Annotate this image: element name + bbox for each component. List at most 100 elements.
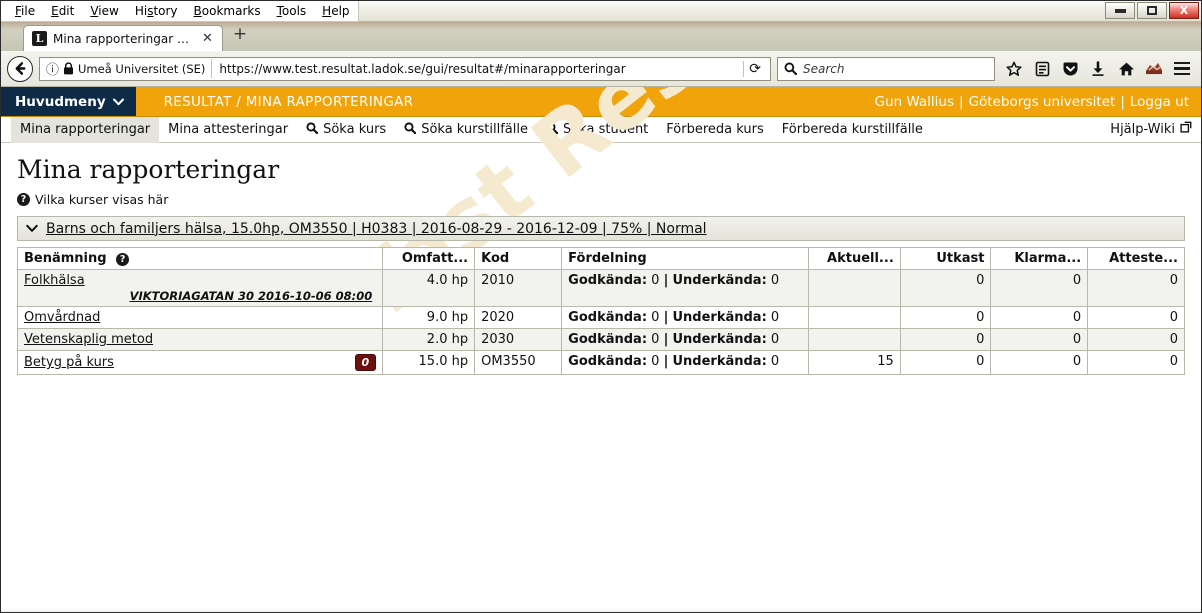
subnav-item-soka-kurstillfalle[interactable]: Söka kurstillfälle: [395, 117, 537, 143]
cell-kod: 2020: [474, 306, 563, 329]
search-box[interactable]: Search: [777, 56, 995, 81]
tab-close-icon[interactable]: ✕: [199, 32, 216, 45]
help-wiki-link[interactable]: Hjälp-Wiki: [1101, 117, 1201, 143]
results-table-wrapper: Benämning ? Omfatt... Kod Fördelning Akt…: [16, 247, 1185, 375]
external-link-icon: [1180, 117, 1192, 143]
column-header-aktuell[interactable]: Aktuell...: [807, 247, 901, 270]
column-header-attesterade[interactable]: Atteste...: [1087, 247, 1185, 270]
sub-navigation: Mina rapporteringar Mina attesteringar S…: [1, 116, 1201, 143]
cell-utkast: 0: [899, 328, 992, 351]
close-icon: X: [1179, 4, 1189, 17]
question-icon[interactable]: ?: [116, 253, 130, 266]
logout-link[interactable]: Logga ut: [1130, 94, 1189, 110]
minimize-icon: [1114, 8, 1126, 13]
subnav-item-soka-kurs[interactable]: Söka kurs: [297, 117, 395, 143]
hamburger-icon: [1174, 61, 1190, 76]
table-row: Omvårdnad 9.0 hp 2020 Godkända: 0 | Unde…: [16, 306, 1185, 329]
underkanda-value: 0: [770, 354, 780, 369]
search-icon: [306, 117, 319, 143]
subnav-item-forbereda-kurstillfalle[interactable]: Förbereda kurstillfälle: [773, 117, 932, 143]
close-button[interactable]: X: [1169, 2, 1199, 19]
result-sub-link[interactable]: VIKTORIAGATAN 30 2016-10-06 08:00: [24, 289, 376, 303]
search-icon: [784, 62, 797, 75]
table-row: Vetenskaplig metod 2.0 hp 2030 Godkända:…: [16, 328, 1185, 351]
cell-klarmarkerade: 0: [990, 328, 1089, 351]
chevron-down-icon: [112, 98, 124, 105]
question-icon: ?: [17, 193, 30, 206]
cell-aktuell: [807, 328, 901, 351]
menu-icon[interactable]: [1169, 56, 1195, 82]
subnav-item-forbereda-kurs[interactable]: Förbereda kurs: [657, 117, 772, 143]
column-header-benamning[interactable]: Benämning ?: [16, 247, 384, 270]
cell-omfattning: 4.0 hp: [382, 269, 476, 307]
library-icon[interactable]: [1029, 56, 1055, 82]
lock-icon: [64, 62, 74, 75]
star-icon[interactable]: [1001, 56, 1027, 82]
column-header-klarmarkerade[interactable]: Klarma...: [990, 247, 1089, 270]
status-bar: [1, 608, 1201, 612]
column-header-utkast[interactable]: Utkast: [899, 247, 992, 270]
cell-attesterade: 0: [1087, 328, 1185, 351]
cell-attesterade: 0: [1087, 350, 1185, 375]
cell-omfattning: 15.0 hp: [382, 350, 476, 375]
home-icon[interactable]: [1113, 56, 1139, 82]
status-badge[interactable]: 0: [354, 354, 377, 371]
result-link[interactable]: Vetenskaplig metod: [24, 332, 153, 347]
subnav-label: Förbereda kurstillfälle: [781, 121, 923, 137]
main-menu-button[interactable]: Huvudmeny: [1, 87, 136, 116]
search-placeholder: Search: [803, 61, 845, 76]
results-table: Benämning ? Omfatt... Kod Fördelning Akt…: [16, 247, 1185, 375]
column-header-fordelning[interactable]: Fördelning: [561, 247, 809, 270]
cell-klarmarkerade: 0: [990, 269, 1089, 307]
table-row: Folkhälsa VIKTORIAGATAN 30 2016-10-06 08…: [16, 269, 1185, 307]
godkanda-label: Godkända:: [568, 354, 648, 369]
column-header-omfattning[interactable]: Omfatt...: [382, 247, 476, 270]
menu-view[interactable]: View: [82, 2, 126, 21]
tab-favicon-icon: L: [32, 31, 47, 46]
browser-tab[interactable]: L Mina rapporteringar - Parti... ✕: [23, 25, 223, 51]
cell-utkast: 0: [899, 350, 992, 375]
reload-icon[interactable]: ⟳: [743, 60, 766, 77]
cell-aktuell: [807, 269, 901, 307]
address-bar[interactable]: ⓘ Umeå Universitet (SE) https://www.test…: [39, 56, 771, 81]
result-link[interactable]: Folkhälsa: [24, 273, 85, 288]
column-header-kod[interactable]: Kod: [474, 247, 563, 270]
subnav-item-mina-attesteringar[interactable]: Mina attesteringar: [159, 117, 297, 143]
extension-icon[interactable]: [1141, 56, 1167, 82]
menu-help[interactable]: Help: [314, 2, 357, 21]
result-link[interactable]: Betyg på kurs: [24, 355, 114, 370]
course-header-link[interactable]: Barns och familjers hälsa, 15.0hp, OM355…: [46, 221, 707, 237]
subnav-item-mina-rapporteringar[interactable]: Mina rapporteringar: [11, 116, 160, 143]
new-tab-button[interactable]: +: [223, 26, 257, 45]
cell-fordelning: Godkända: 0 | Underkända: 0: [561, 350, 809, 375]
menu-history[interactable]: History: [127, 2, 186, 21]
download-icon[interactable]: [1085, 56, 1111, 82]
help-wiki-label: Hjälp-Wiki: [1110, 121, 1175, 137]
search-icon: [404, 117, 417, 143]
course-header-bar[interactable]: Barns och familjers hälsa, 15.0hp, OM355…: [17, 216, 1185, 241]
pocket-icon[interactable]: [1057, 56, 1083, 82]
result-link[interactable]: Omvårdnad: [24, 310, 100, 325]
menu-bar: File Edit View History Bookmarks Tools H…: [1, 1, 359, 22]
subnav-item-soka-student[interactable]: Söka student: [537, 117, 657, 143]
cell-omfattning: 2.0 hp: [382, 328, 476, 351]
maximize-button[interactable]: [1137, 2, 1167, 19]
chevron-down-icon[interactable]: [26, 222, 38, 236]
godkanda-value: 0: [651, 354, 660, 369]
site-identity-label: Umeå Universitet (SE): [78, 61, 206, 76]
info-link-label: Vilka kurser visas här: [35, 192, 169, 207]
site-identity[interactable]: ⓘ Umeå Universitet (SE): [46, 59, 213, 78]
menu-tools[interactable]: Tools: [269, 2, 315, 21]
minimize-button[interactable]: [1105, 2, 1135, 19]
godkanda-label: Godkända:: [568, 332, 648, 347]
godkanda-label: Godkända:: [568, 273, 648, 288]
menu-file[interactable]: File: [7, 2, 43, 21]
page-content: Huvudmeny RESULTAT / MINA RAPPORTERINGAR…: [1, 87, 1201, 612]
menu-edit[interactable]: Edit: [43, 2, 82, 21]
cell-benamning: Vetenskaplig metod: [16, 328, 384, 351]
menu-bookmarks[interactable]: Bookmarks: [186, 2, 269, 21]
back-button[interactable]: [7, 55, 33, 82]
info-link-row[interactable]: ? Vilka kurser visas här: [17, 192, 1185, 207]
cell-fordelning: Godkända: 0 | Underkända: 0: [561, 328, 809, 351]
breadcrumb: RESULTAT / MINA RAPPORTERINGAR: [163, 93, 414, 110]
